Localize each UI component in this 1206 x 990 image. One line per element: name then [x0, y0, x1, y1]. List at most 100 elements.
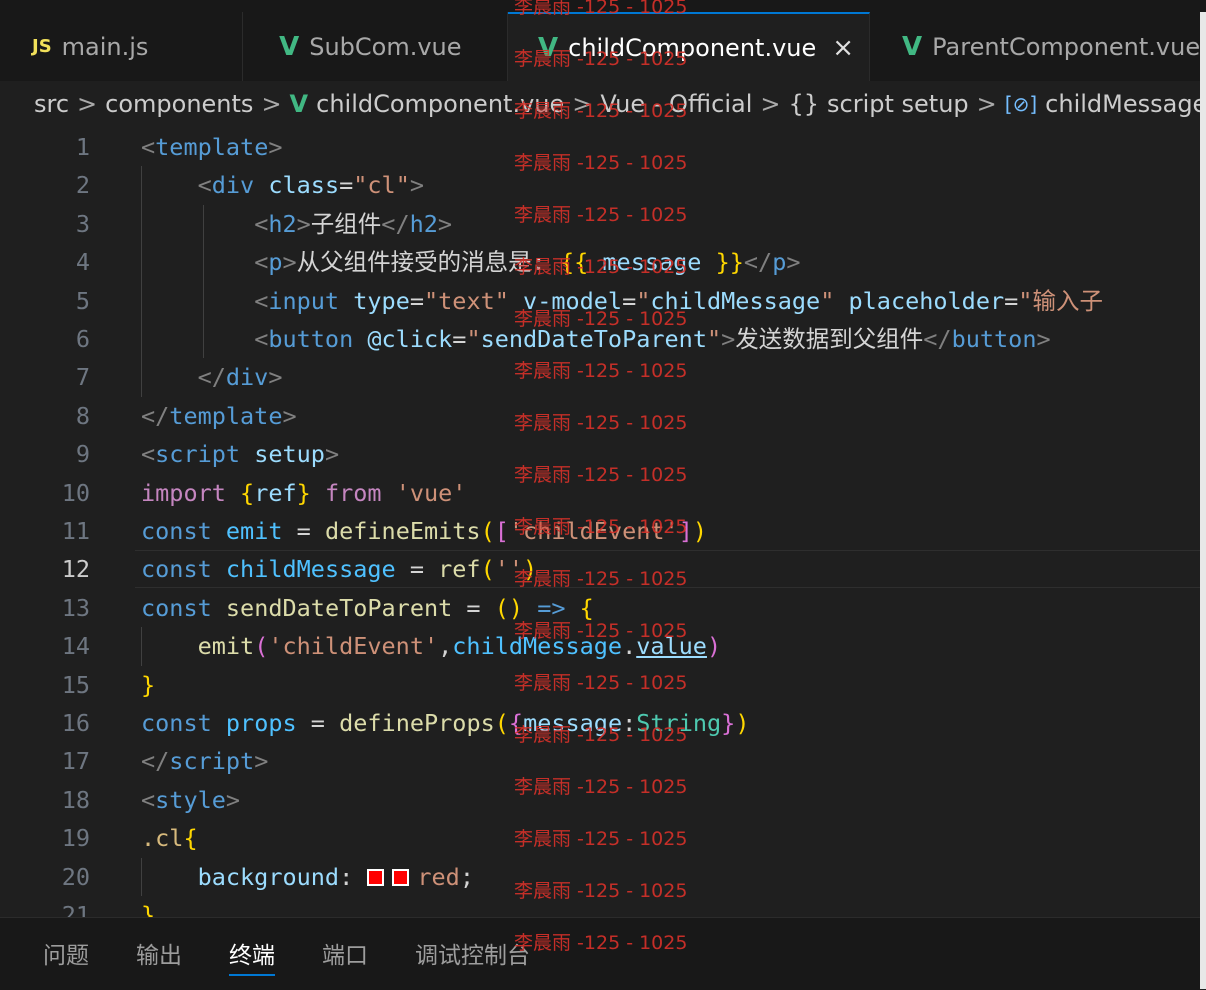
close-icon[interactable]: × — [832, 33, 854, 63]
tab-label: SubCom.vue — [309, 32, 462, 61]
watermark-text: 李晨雨 -125 - 1025 — [514, 828, 688, 850]
watermark-text: 李晨雨 -125 - 1025 — [514, 880, 688, 902]
color-swatch-icon[interactable] — [392, 868, 410, 886]
line-number: 4 — [75, 248, 90, 277]
code-token: background — [197, 862, 340, 891]
javascript-file-icon: JS — [32, 36, 52, 57]
window-edge — [1200, 12, 1206, 989]
code-token: ) — [692, 517, 707, 545]
code-token: .cl — [141, 824, 184, 853]
chevron-right-icon: > — [261, 90, 282, 118]
code-text: background: red; — [141, 858, 474, 896]
line-number: 12 — [61, 555, 90, 584]
code-token: ( — [254, 632, 269, 661]
code-token: props — [225, 709, 297, 737]
watermark-text: 李晨雨 -125 - 1025 — [514, 204, 688, 226]
breadcrumb-section[interactable]: script setup — [827, 90, 969, 118]
code-text: <h2>子组件</h2> — [141, 205, 452, 243]
code-token: 发送数据到父组件 — [735, 325, 924, 353]
breadcrumb-folder-components[interactable]: components — [105, 90, 253, 118]
vue-file-icon: V — [289, 90, 309, 118]
panel-tab-ports[interactable]: 端口 — [322, 936, 368, 970]
code-token: const — [141, 517, 212, 545]
watermark-text: 李晨雨 -125 - 1025 — [514, 308, 688, 330]
tab-parentcomponent-vue[interactable]: V ParentComponent.vue — [870, 12, 1200, 81]
code-token: </ — [197, 363, 226, 392]
code-token: < — [254, 248, 269, 277]
code-token: = — [282, 517, 325, 545]
code-token: > — [786, 248, 801, 277]
watermark-text: 李晨雨 -125 - 1025 — [514, 568, 688, 590]
code-token: script — [155, 440, 241, 469]
code-token: sendDateToParent — [225, 593, 453, 622]
code-token: red — [417, 862, 460, 891]
line-number: 10 — [61, 478, 90, 507]
code-token: < — [254, 286, 269, 315]
code-token: } — [141, 670, 156, 699]
code-token: defineProps — [339, 709, 495, 737]
code-token: ( — [494, 709, 509, 737]
breadcrumb-folder-src[interactable]: src — [34, 90, 69, 118]
watermark-text: 李晨雨 -125 - 1025 — [514, 932, 688, 954]
code-token: const — [141, 593, 212, 622]
code-text: <div class="cl"> — [141, 166, 424, 204]
vue-file-icon: V — [902, 31, 923, 62]
code-token: > — [721, 325, 736, 353]
code-token: = — [296, 709, 340, 737]
code-token: "text" — [424, 286, 509, 315]
line-number: 20 — [61, 862, 90, 891]
code-token: > — [254, 747, 269, 776]
line-number: 6 — [75, 325, 90, 353]
code-token: class — [268, 171, 340, 200]
code-token: const — [141, 555, 212, 584]
code-token: ref — [254, 478, 297, 507]
code-token: } — [296, 478, 311, 507]
code-token: ref — [438, 555, 481, 584]
watermark-text: 李晨雨 -125 - 1025 — [514, 0, 688, 18]
tab-subcom-vue[interactable]: V SubCom.vue — [243, 12, 508, 81]
watermark-text: 李晨雨 -125 - 1025 — [514, 516, 688, 538]
code-token: </ — [381, 209, 410, 238]
line-number: 9 — [75, 440, 90, 469]
code-token: p — [268, 248, 283, 277]
panel-tab-output[interactable]: 输出 — [136, 936, 182, 970]
tab-main-js[interactable]: JS main.js — [0, 12, 244, 81]
code-token: > — [409, 171, 425, 200]
code-token: { — [183, 824, 198, 853]
code-token: template — [169, 401, 283, 430]
code-text: </div> — [141, 358, 283, 396]
code-token: emit — [197, 632, 255, 661]
line-number: 1 — [75, 133, 90, 161]
code-text: </script> — [141, 742, 268, 780]
watermark-text: 李晨雨 -125 - 1025 — [514, 464, 688, 486]
code-token: ) — [735, 709, 750, 737]
code-token: { — [240, 478, 255, 507]
code-token: ) — [706, 632, 722, 661]
code-token: } — [141, 901, 156, 917]
code-token: " — [466, 325, 481, 353]
code-text: <style> — [141, 781, 240, 819]
code-token: setup — [254, 440, 325, 469]
color-swatch-icon[interactable] — [367, 868, 385, 886]
panel-tab-terminal[interactable]: 终端 — [229, 936, 275, 976]
code-token: = — [452, 325, 467, 353]
code-token: < — [141, 440, 156, 469]
code-token: childMessage — [225, 555, 396, 584]
panel-tab-debug-console[interactable]: 调试控制台 — [415, 936, 530, 970]
code-token: div — [211, 171, 255, 200]
tab-label: ParentComponent.vue — [932, 32, 1200, 61]
chevron-right-icon: > — [760, 90, 781, 118]
breadcrumb-symbol[interactable]: childMessage — [1045, 90, 1200, 118]
panel-tab-problems[interactable]: 问题 — [43, 936, 89, 970]
code-token: div — [225, 363, 269, 392]
line-number: 8 — [75, 401, 90, 430]
code-token: </ — [141, 401, 170, 430]
